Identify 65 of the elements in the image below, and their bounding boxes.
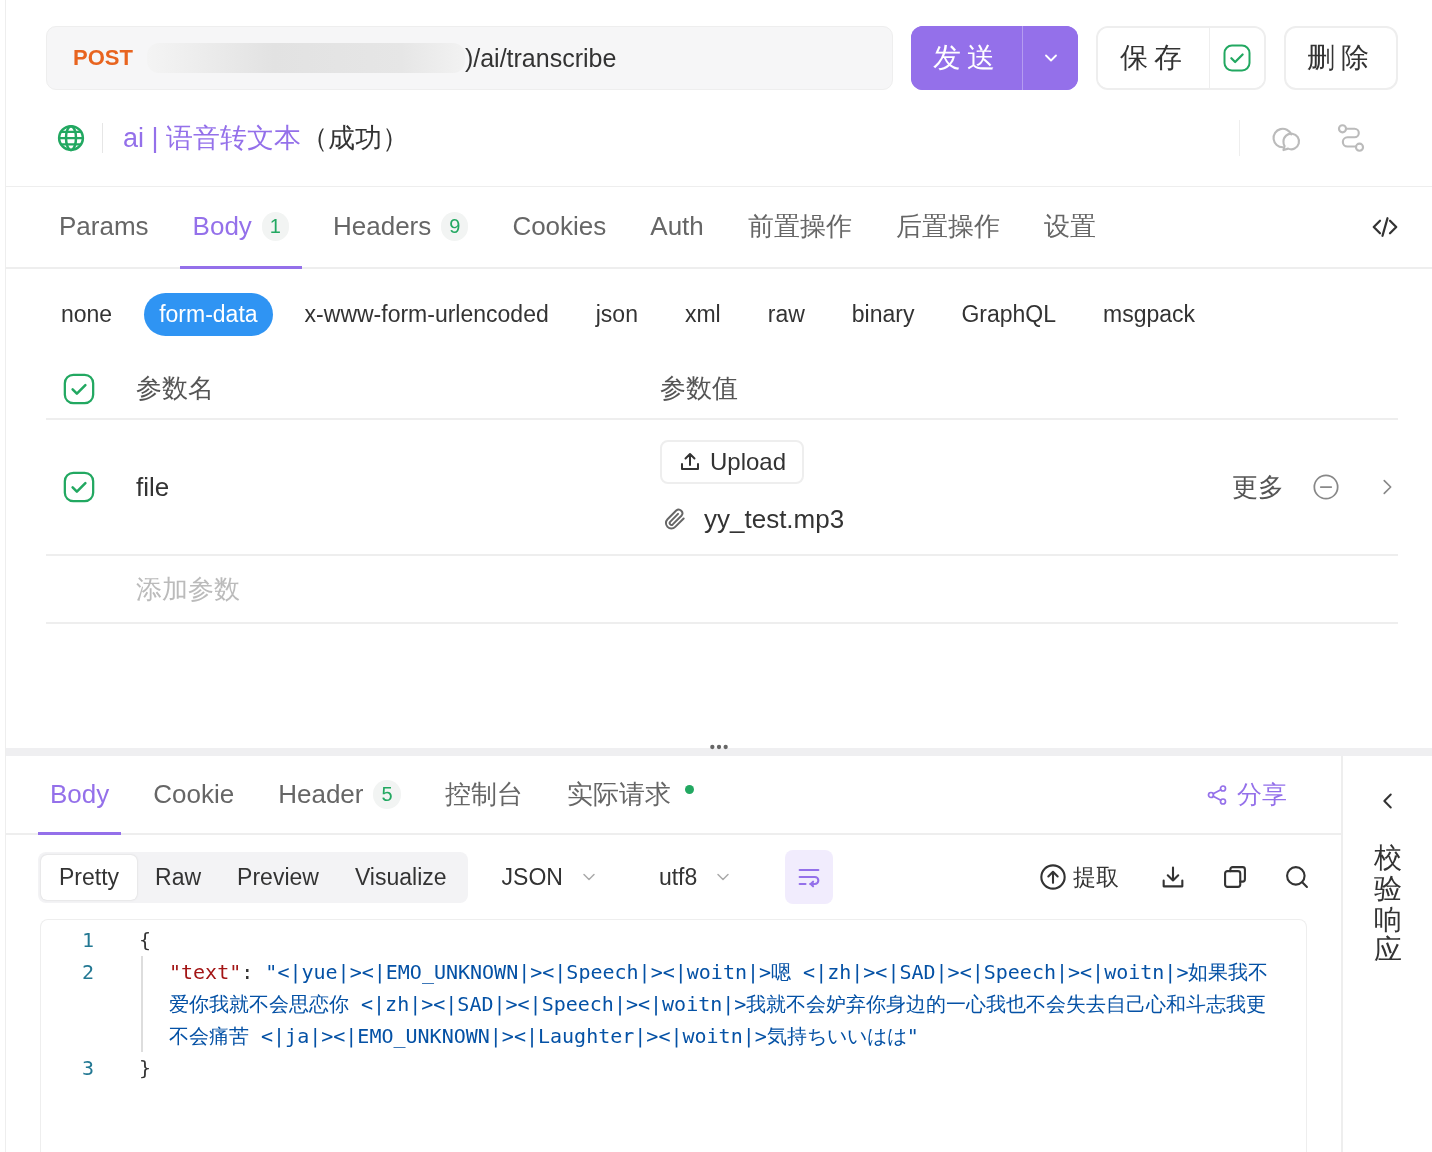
body-type-option[interactable]: json [580, 292, 653, 336]
body-type-option[interactable]: binary [836, 292, 930, 336]
tab[interactable]: Params [46, 187, 162, 269]
tab[interactable]: 设置 [1030, 187, 1109, 269]
param-name: file [136, 471, 170, 502]
code-line: } [138, 1055, 153, 1082]
delete-button[interactable]: 删除 [1284, 26, 1398, 90]
line-number: 3 [81, 1056, 94, 1080]
code-line: "text": "<|yue|><|EMO_UNKNOWN|><|Speech|><|woitn|>嗯 <|zh|><|SAD|><|Speech|><|woitn|>如果我不爱你我就不会思恋你 <|zh|><|SAD|><|Speech|><|woitn|>我就不会妒弃你身边的一心我也不会失去自己心和斗志我更不会痛苦 <|ja|><|EMO_UNKNOWN|><|Laughter|><|woitn|>気持ちいいはは" [141, 956, 1306, 1052]
tab[interactable]: Auth [637, 187, 717, 269]
url-text: )/ai/transcribe [464, 43, 617, 73]
tab[interactable]: 控制台 [432, 756, 535, 835]
minus-circle-icon[interactable] [1312, 473, 1340, 501]
file-name: yy_test.mp3 [704, 503, 845, 535]
view-mode-option[interactable]: Visualize [336, 854, 465, 900]
view-mode-option[interactable]: Pretty [41, 854, 138, 900]
column-header: 参数值 [660, 372, 739, 405]
search-icon[interactable] [1283, 863, 1311, 891]
wrap-toggle[interactable] [785, 850, 834, 904]
column-header: 参数名 [136, 372, 215, 405]
save-button[interactable]: 保存 [1098, 28, 1210, 88]
body-type-option[interactable]: GraphQL [946, 292, 1072, 336]
checkbox[interactable] [1222, 43, 1252, 73]
copy-icon[interactable] [1221, 863, 1249, 891]
tab[interactable]: Headers 9 [319, 187, 482, 269]
line-number: 1 [81, 928, 94, 952]
method-label: POST [73, 45, 133, 71]
tab[interactable]: Header 5 [266, 756, 413, 835]
add-param-field[interactable]: 添加参数 [136, 573, 1398, 605]
count-badge: 1 [261, 212, 289, 241]
checkbox[interactable] [62, 371, 96, 406]
globe-icon [56, 123, 86, 153]
status-text: （成功） [301, 122, 410, 155]
request-name: ai | 语音转文本 [123, 122, 302, 155]
tab[interactable]: Body [38, 756, 122, 835]
body-type-option[interactable]: x-www-form-urlencoded [289, 292, 564, 336]
send-button[interactable]: 发送 [911, 26, 1023, 90]
extract-button[interactable]: 提取 [1033, 860, 1125, 894]
body-type-option[interactable]: xml [669, 292, 736, 336]
body-type-option[interactable]: raw [752, 292, 820, 336]
line-number: 2 [81, 960, 94, 984]
url-field[interactable]: POST )/ai/transcribe [46, 26, 893, 90]
count-badge: 5 [373, 779, 401, 809]
view-mode-option[interactable]: Raw [137, 854, 220, 900]
view-mode-option[interactable]: Preview [219, 854, 337, 900]
count-badge: 9 [441, 212, 469, 241]
checkbox[interactable] [62, 470, 96, 504]
body-type-option[interactable]: msgpack [1088, 292, 1211, 336]
tab[interactable]: Cookies [499, 187, 620, 269]
format-dropdown[interactable]: JSON [493, 857, 607, 897]
tab[interactable]: Body 1 [179, 187, 302, 269]
body-type-option[interactable]: none [46, 292, 128, 336]
tab[interactable]: Cookie [141, 756, 247, 835]
paperclip-icon [662, 506, 688, 532]
share-button[interactable]: 分享 [1199, 756, 1293, 833]
upload-circle-icon [1039, 863, 1067, 891]
tab[interactable]: 前置操作 [734, 187, 865, 269]
tab[interactable]: 实际请求 [554, 756, 706, 835]
share-icon [1205, 782, 1229, 807]
more-link[interactable]: 更多 [1232, 469, 1284, 505]
code-line: { [138, 927, 153, 954]
upload-button[interactable]: Upload [660, 439, 805, 484]
tab[interactable]: 后置操作 [882, 187, 1013, 269]
panel-title: 校验响应 [1373, 843, 1402, 967]
encoding-dropdown[interactable]: utf8 [650, 857, 742, 897]
